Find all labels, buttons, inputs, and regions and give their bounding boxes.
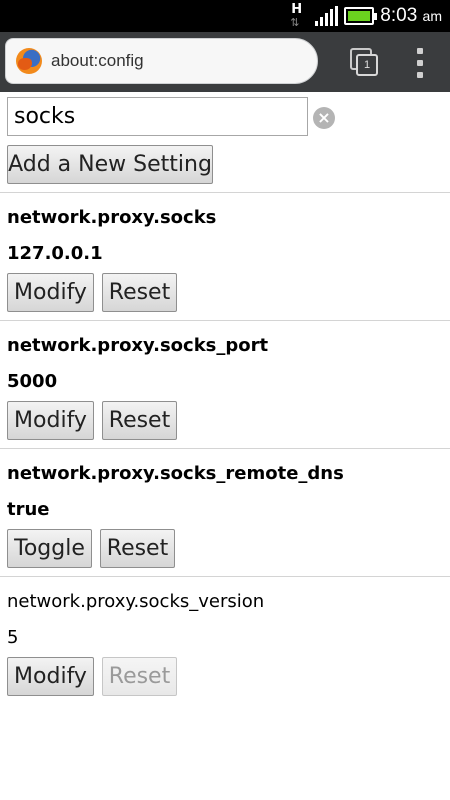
- divider: [0, 192, 450, 193]
- modify-button[interactable]: Modify: [7, 401, 94, 440]
- pref-name: network.proxy.socks_version: [7, 591, 265, 612]
- pref-name: network.proxy.socks_remote_dns: [7, 463, 344, 484]
- divider: [0, 320, 450, 321]
- url-text: about:config: [51, 51, 144, 70]
- toggle-button[interactable]: Toggle: [7, 529, 92, 568]
- divider: [0, 448, 450, 449]
- pref-value: 5000: [7, 371, 58, 392]
- pref-value: true: [7, 499, 50, 520]
- pref-value: 127.0.0.1: [7, 243, 103, 264]
- clear-search-icon[interactable]: ×: [313, 107, 335, 129]
- overflow-menu-icon[interactable]: [414, 48, 426, 78]
- pref-name: network.proxy.socks: [7, 207, 217, 228]
- modify-button[interactable]: Modify: [7, 273, 94, 312]
- pref-value: 5: [7, 627, 19, 648]
- browser-toolbar: about:config 1: [0, 32, 450, 92]
- h-plus-data-icon: H ⇅: [287, 2, 309, 29]
- reset-button[interactable]: Reset: [102, 273, 177, 312]
- clock: 8:03 am: [380, 5, 442, 27]
- add-new-setting-button[interactable]: Add a New Setting: [7, 145, 213, 184]
- reset-button[interactable]: Reset: [102, 401, 177, 440]
- signal-strength-icon: [315, 6, 339, 26]
- reset-button-disabled: Reset: [102, 657, 177, 696]
- data-arrows-icon: ⇅: [290, 16, 299, 29]
- tabs-button[interactable]: 1: [350, 48, 380, 78]
- battery-icon: [344, 7, 378, 25]
- tab-count: 1: [356, 54, 378, 76]
- firefox-logo-icon: [16, 48, 42, 74]
- status-bar: H ⇅ 8:03 am: [0, 0, 450, 32]
- divider: [0, 576, 450, 577]
- url-bar[interactable]: about:config: [5, 38, 318, 84]
- modify-button[interactable]: Modify: [7, 657, 94, 696]
- search-input[interactable]: [7, 97, 308, 136]
- status-icons: H ⇅ 8:03 am: [287, 2, 442, 29]
- clock-ampm: am: [422, 8, 442, 24]
- pref-name: network.proxy.socks_port: [7, 335, 269, 356]
- reset-button[interactable]: Reset: [100, 529, 175, 568]
- clock-time: 8:03: [380, 5, 418, 26]
- network-type-label: H: [291, 2, 303, 17]
